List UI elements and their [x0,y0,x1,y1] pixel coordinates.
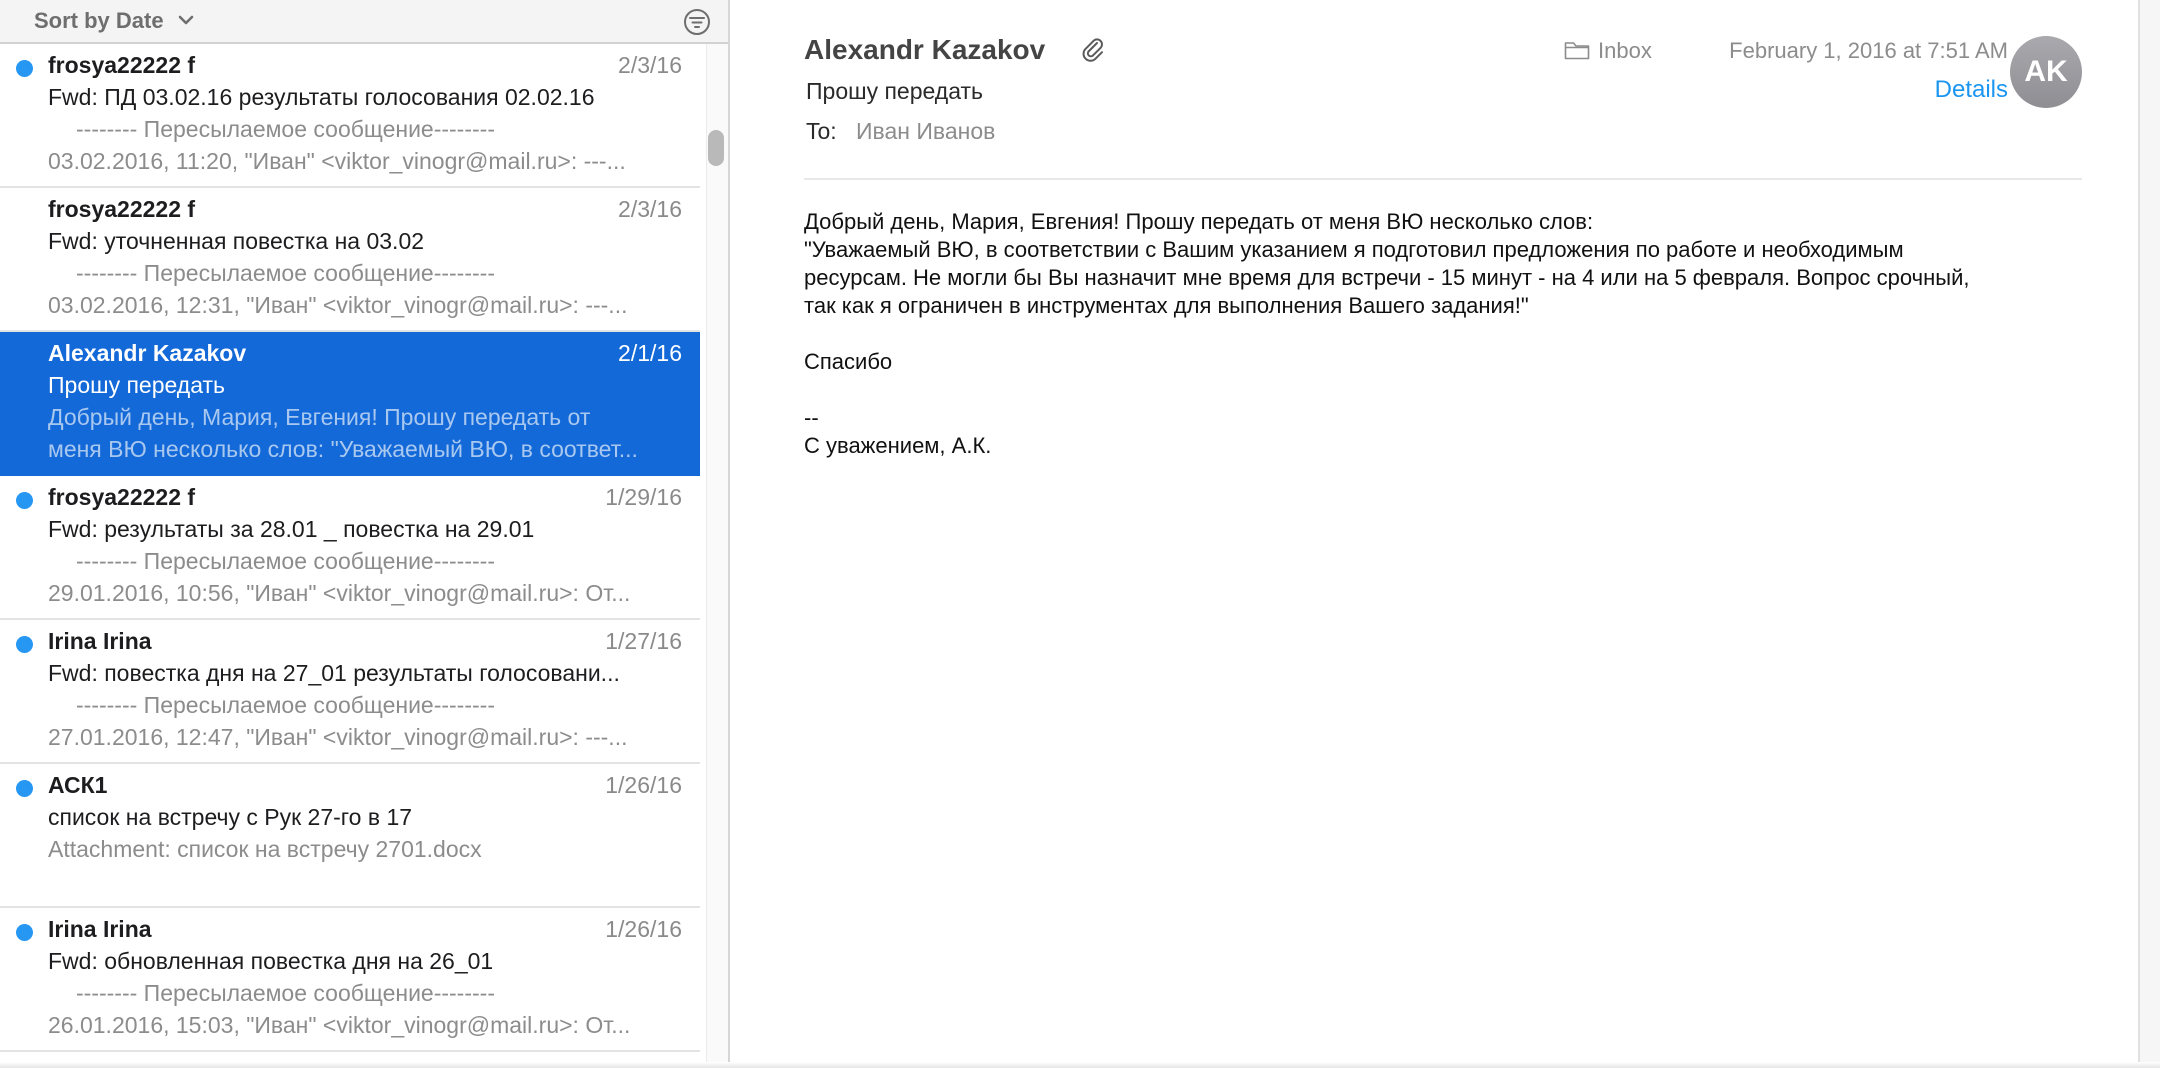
reader-sender[interactable]: Alexandr Kazakov [804,34,1045,66]
message-list-pane: Sort by Date frosya22222 f 2/3/16 Fwd: П… [0,0,730,1068]
recipient-name[interactable]: Иван Иванов [856,118,995,145]
message-sender: АСК1 [48,772,108,798]
message-sender: frosya22222 f [48,196,196,222]
message-row[interactable]: Irina Irina 1/26/16 Fwd: обновленная пов… [0,908,700,1052]
body-thanks: Спасибо [804,349,893,374]
message-subject: Fwd: обновленная повестка дня на 26_01 [48,948,494,974]
message-reader-pane: Alexandr Kazakov Прошу передать To: Иван… [732,0,2140,1064]
message-preview: -------- Пересылаемое сообщение-------- [76,692,495,718]
filter-icon[interactable] [682,7,712,37]
paperclip-icon[interactable] [1080,36,1106,62]
unread-dot-icon [16,492,33,509]
unread-dot-icon [16,60,33,77]
message-row[interactable]: frosya22222 f 2/3/16 Fwd: ПД 03.02.16 ре… [0,44,700,188]
header-divider [804,178,2082,180]
details-link[interactable]: Details [1898,76,2008,104]
message-sender: Alexandr Kazakov [48,340,247,366]
message-row[interactable]: Irina Irina 1/27/16 Fwd: повестка дня на… [0,620,700,764]
message-preview: -------- Пересылаемое сообщение-------- [76,548,495,574]
unread-dot-icon [16,924,33,941]
message-date: 2/1/16 [618,340,682,366]
message-row[interactable]: АСК1 1/26/16 список на встречу с Рук 27-… [0,764,700,908]
message-subject: Fwd: ПД 03.02.16 результаты голосования … [48,84,595,110]
message-preview: Attachment: список на встречу 2701.docx [48,836,482,862]
unread-dot-icon [16,780,33,797]
message-row[interactable]: frosya22222 f 2/3/16 Fwd: уточненная пов… [0,188,700,332]
message-preview: 27.01.2016, 12:47, "Иван" <viktor_vinogr… [48,724,628,750]
message-preview: меня ВЮ несколько слов: "Уважаемый ВЮ, в… [48,436,638,462]
list-scrollbar-thumb[interactable] [708,130,724,166]
message-row[interactable]: frosya22222 f 1/29/16 Fwd: результаты за… [0,476,700,620]
message-date: 1/29/16 [605,484,682,510]
reader-subject: Прошу передать [806,78,984,104]
folder-icon [1564,42,1590,60]
message-date: 2/3/16 [618,52,682,78]
message-body: Добрый день, Мария, Евгения! Прошу перед… [804,208,2124,460]
message-list: frosya22222 f 2/3/16 Fwd: ПД 03.02.16 ре… [0,44,700,1068]
chevron-down-icon[interactable] [177,13,195,27]
message-subject: Fwd: повестка дня на 27_01 результаты го… [48,660,620,686]
message-subject: Fwd: результаты за 28.01 _ повестка на 2… [48,516,535,542]
message-preview: -------- Пересылаемое сообщение-------- [76,980,495,1006]
list-scrollbar[interactable] [706,44,728,1068]
avatar: AK [2010,36,2082,108]
mailbox-label[interactable]: Inbox [1598,38,1652,64]
message-date: 2/3/16 [618,196,682,222]
message-preview: Добрый день, Мария, Евгения! Прошу перед… [48,404,591,430]
message-preview: 26.01.2016, 15:03, "Иван" <viktor_vinogr… [48,1012,631,1038]
message-subject: Прошу передать [48,372,226,398]
window-bottom-edge [0,1062,2160,1068]
message-sender: Irina Irina [48,628,152,654]
message-sender: frosya22222 f [48,52,196,78]
unread-dot-icon [16,636,33,653]
to-label: To: [806,118,837,144]
message-subject: список на встречу с Рук 27-го в 17 [48,804,413,830]
sort-bar: Sort by Date [0,0,728,44]
body-paragraph: Добрый день, Мария, Евгения! Прошу перед… [804,209,1970,318]
message-preview: -------- Пересылаемое сообщение-------- [76,116,495,142]
message-preview: 03.02.2016, 12:31, "Иван" <viktor_vinogr… [48,292,628,318]
message-date: 1/26/16 [605,916,682,942]
received-date: February 1, 2016 at 7:51 AM [1729,38,2008,63]
signature-separator: -- [804,405,819,430]
message-preview: -------- Пересылаемое сообщение-------- [76,260,495,286]
signature: С уважением, А.К. [804,433,992,458]
message-preview: 29.01.2016, 10:56, "Иван" <viktor_vinogr… [48,580,631,606]
message-row-selected[interactable]: Alexandr Kazakov 2/1/16 Прошу передать Д… [0,332,700,476]
window-edge [2138,0,2160,1068]
message-date: 1/27/16 [605,628,682,654]
sort-by-date-button[interactable]: Sort by Date [34,8,164,34]
message-preview: 03.02.2016, 11:20, "Иван" <viktor_vinogr… [48,148,626,174]
message-subject: Fwd: уточненная повестка на 03.02 [48,228,425,254]
message-date: 1/26/16 [605,772,682,798]
message-sender: frosya22222 f [48,484,196,510]
message-sender: Irina Irina [48,916,152,942]
